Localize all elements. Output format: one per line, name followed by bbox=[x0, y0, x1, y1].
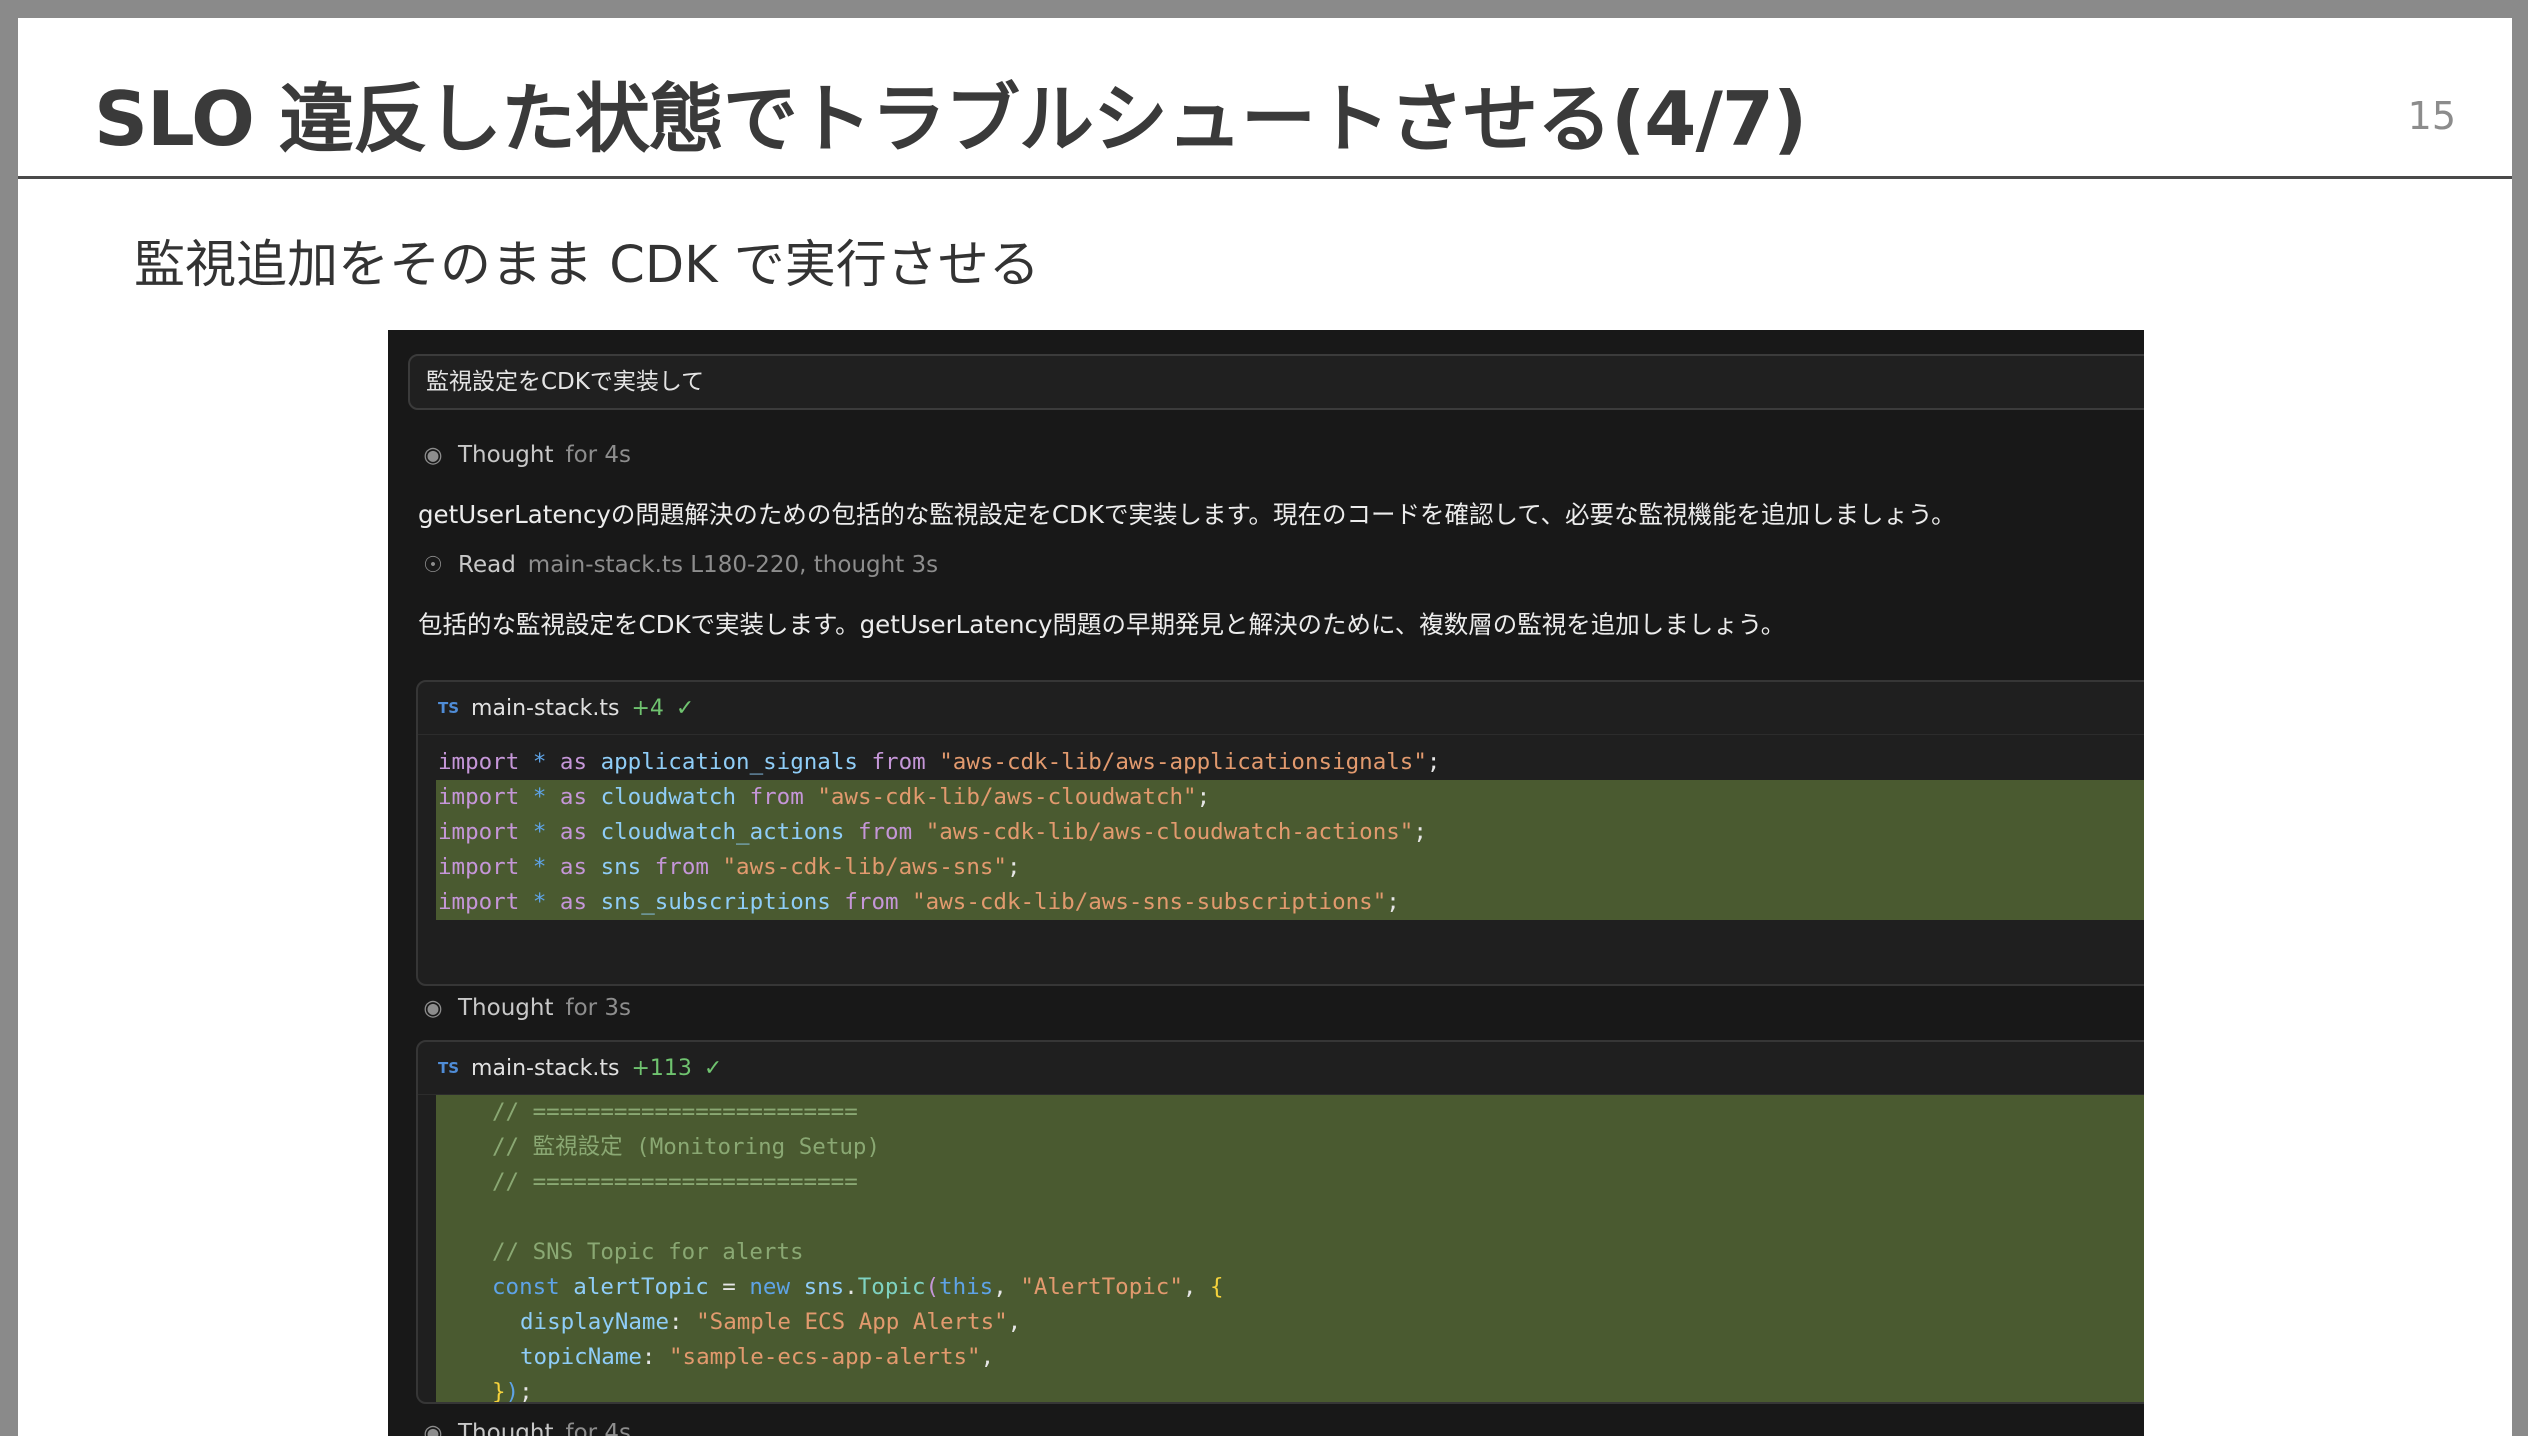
diff-added-count: +4 bbox=[631, 695, 664, 721]
step-label: Thought bbox=[458, 1420, 554, 1436]
prompt-box: 監視設定をCDKで実装して bbox=[408, 354, 2144, 410]
code-line-added bbox=[436, 1200, 2144, 1235]
diff-filename: main-stack.ts bbox=[471, 695, 620, 721]
typescript-file-icon: TS bbox=[438, 699, 460, 717]
brain-icon: ◉ bbox=[423, 995, 443, 1021]
code-line-added: // SNS Topic for alerts bbox=[436, 1235, 2144, 1270]
step-label: Thought bbox=[458, 995, 554, 1021]
code-line: import * as application_signals from "aw… bbox=[438, 749, 1441, 775]
code-line-added: import * as sns from "aws-cdk-lib/aws-sn… bbox=[436, 850, 2144, 885]
code-block: // ======================== // 監視設定 (Mon… bbox=[418, 1095, 2144, 1402]
diff-card-monitoring[interactable]: TS main-stack.ts +113 ✓ // =============… bbox=[416, 1040, 2144, 1404]
code-line-added: import * as sns_subscriptions from "aws-… bbox=[436, 885, 2144, 920]
step-label: Read bbox=[458, 552, 516, 578]
step-detail: for 3s bbox=[565, 995, 632, 1021]
thought-step[interactable]: ◉ Thought for 4s bbox=[420, 1420, 631, 1436]
brain-icon: ◉ bbox=[423, 1420, 443, 1436]
code-line-added: topicName: "sample-ecs-app-alerts", bbox=[436, 1340, 2144, 1375]
code-line-added: // 監視設定 (Monitoring Setup) bbox=[436, 1130, 2144, 1165]
eye-icon: ☉ bbox=[423, 552, 443, 578]
code-line-added: }); bbox=[436, 1375, 2144, 1402]
diff-card-imports[interactable]: TS main-stack.ts +4 ✓ import * as applic… bbox=[416, 680, 2144, 986]
step-detail: for 4s bbox=[565, 442, 632, 468]
check-icon: ✓ bbox=[703, 1055, 723, 1081]
diff-filename: main-stack.ts bbox=[471, 1055, 620, 1081]
slide: SLO 違反した状態でトラブルシュートさせる(4/7) 15 監視追加をそのまま… bbox=[18, 18, 2512, 1436]
code-block: import * as application_signals from "aw… bbox=[418, 735, 2144, 920]
title-divider bbox=[18, 176, 2512, 179]
slide-title: SLO 違反した状態でトラブルシュートさせる(4/7) bbox=[94, 75, 1807, 163]
assistant-message: getUserLatencyの問題解決のための包括的な監視設定をCDKで実装しま… bbox=[418, 500, 1956, 529]
code-line-added: import * as cloudwatch_actions from "aws… bbox=[436, 815, 2144, 850]
step-label: Thought bbox=[458, 442, 554, 468]
code-line-added: const alertTopic = new sns.Topic(this, "… bbox=[436, 1270, 2144, 1305]
diff-header[interactable]: TS main-stack.ts +113 ✓ bbox=[418, 1042, 2144, 1095]
slide-subtitle: 監視追加をそのまま CDK で実行させる bbox=[134, 236, 1040, 295]
code-line-added: displayName: "Sample ECS App Alerts", bbox=[436, 1305, 2144, 1340]
typescript-file-icon: TS bbox=[438, 1059, 460, 1077]
code-line-added: import * as cloudwatch from "aws-cdk-lib… bbox=[436, 780, 2144, 815]
code-line-added: // ======================== bbox=[436, 1165, 2144, 1200]
page-number: 15 bbox=[2407, 94, 2456, 138]
chat-screenshot: 監視設定をCDKで実装して ◉ Thought for 4s getUserLa… bbox=[388, 330, 2144, 1436]
diff-added-count: +113 bbox=[631, 1055, 692, 1081]
thought-step[interactable]: ◉ Thought for 3s bbox=[420, 995, 631, 1021]
thought-step[interactable]: ◉ Thought for 4s bbox=[420, 442, 631, 468]
step-detail: for 4s bbox=[565, 1420, 632, 1436]
check-icon: ✓ bbox=[675, 695, 695, 721]
brain-icon: ◉ bbox=[423, 442, 443, 468]
code-line-added: // ======================== bbox=[436, 1095, 2144, 1130]
read-step[interactable]: ☉ Read main-stack.ts L180-220, thought 3… bbox=[420, 552, 938, 578]
step-detail: main-stack.ts L180-220, thought 3s bbox=[527, 552, 939, 578]
assistant-message: 包括的な監視設定をCDKで実装します。getUserLatency問題の早期発見… bbox=[418, 610, 1786, 639]
diff-header[interactable]: TS main-stack.ts +4 ✓ bbox=[418, 682, 2144, 735]
prompt-text: 監視設定をCDKで実装して bbox=[426, 369, 705, 395]
